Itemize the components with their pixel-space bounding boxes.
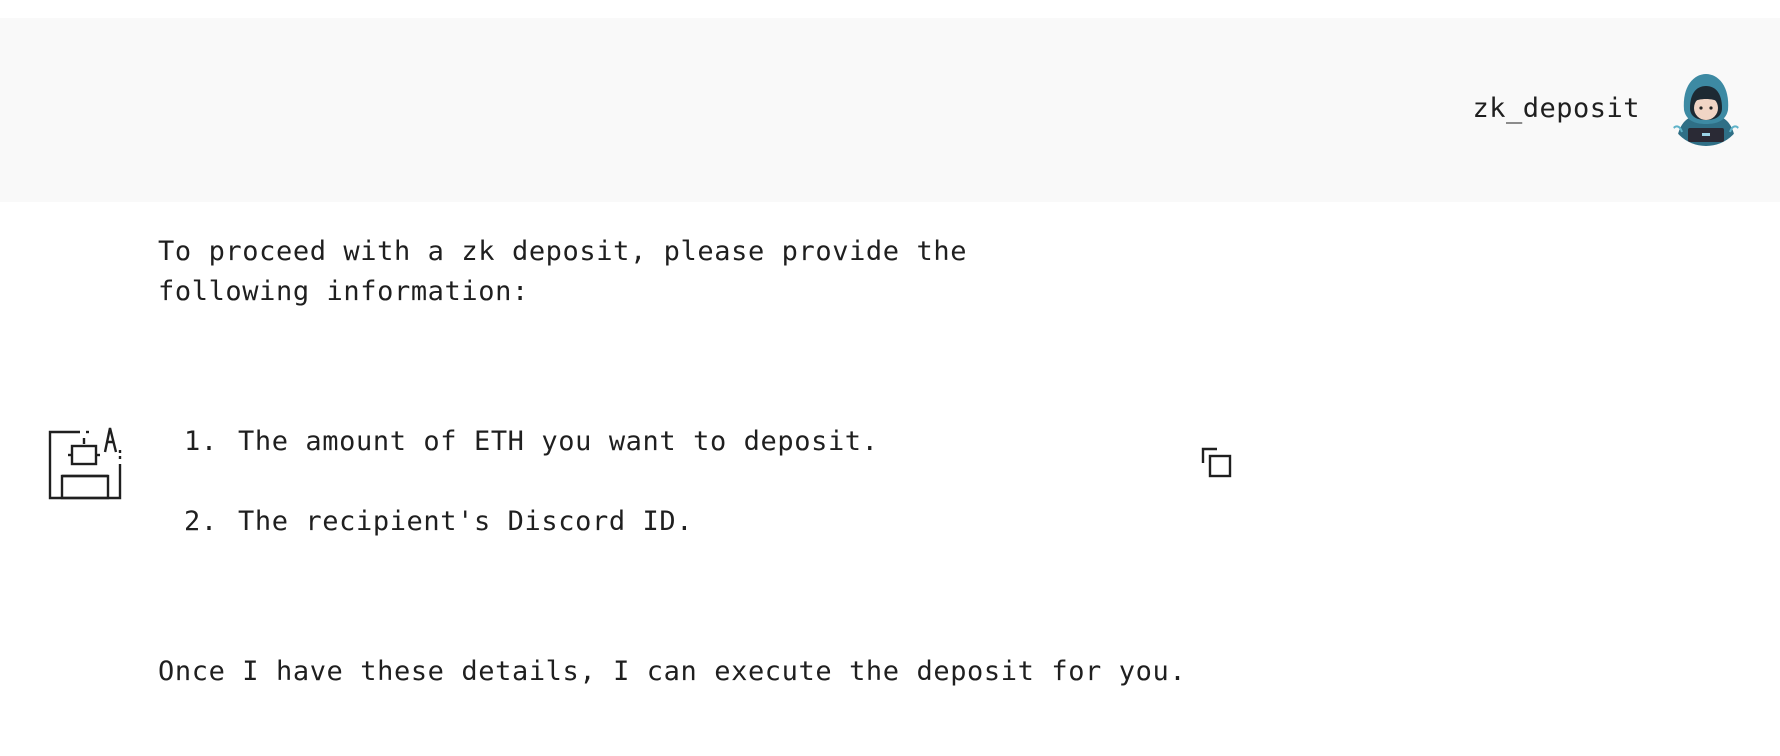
assistant-outro-text: Once I have these details, I can execute… <box>158 656 1187 687</box>
user-message-bar: zk_deposit <box>0 18 1780 202</box>
robot-assistant-icon <box>48 427 122 500</box>
user-name: zk_deposit <box>1472 93 1640 124</box>
list-item: 2. The recipient's Discord ID. <box>184 502 879 582</box>
assistant-intro-text: To proceed with a zk deposit, please pro… <box>158 236 968 307</box>
list-item-text: The recipient's Discord ID. <box>238 506 694 537</box>
list-item-number: 1. <box>184 426 218 457</box>
list-item: 1. The amount of ETH you want to deposit… <box>184 422 879 502</box>
list-item-number: 2. <box>184 506 218 537</box>
list-item-text: The amount of ETH you want to deposit. <box>238 426 879 457</box>
requirements-list: 1. The amount of ETH you want to deposit… <box>184 422 879 582</box>
copy-icon[interactable] <box>1200 446 1236 482</box>
user-avatar <box>1668 70 1744 146</box>
